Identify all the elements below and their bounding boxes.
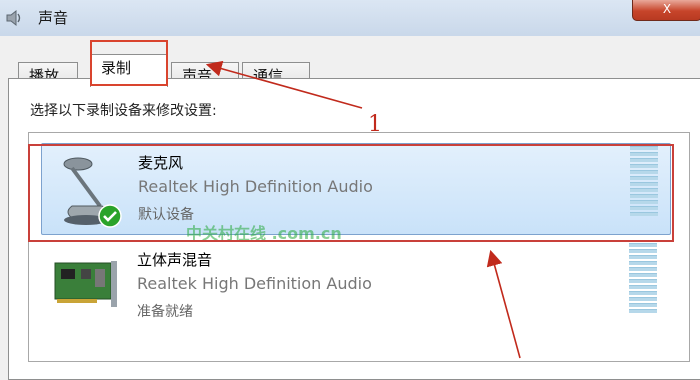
annotation-number: 1 — [368, 112, 382, 137]
level-meter — [629, 243, 657, 315]
device-description: Realtek High Definition Audio — [137, 274, 372, 293]
selection-highlight-annotation — [28, 144, 674, 242]
sound-card-icon — [51, 255, 121, 319]
window-title: 声音 — [38, 9, 69, 27]
speaker-icon — [4, 8, 24, 28]
list-item[interactable]: 立体声混音 Realtek High Definition Audio 准备就绪 — [41, 241, 669, 331]
close-button[interactable]: X — [632, 0, 700, 21]
device-name: 立体声混音 — [137, 251, 213, 269]
instruction-text: 选择以下录制设备来修改设置: — [30, 103, 217, 119]
title-bar: 声音 X — [0, 0, 700, 36]
device-status: 准备就绪 — [137, 304, 193, 320]
tab-highlight-annotation — [90, 40, 168, 86]
